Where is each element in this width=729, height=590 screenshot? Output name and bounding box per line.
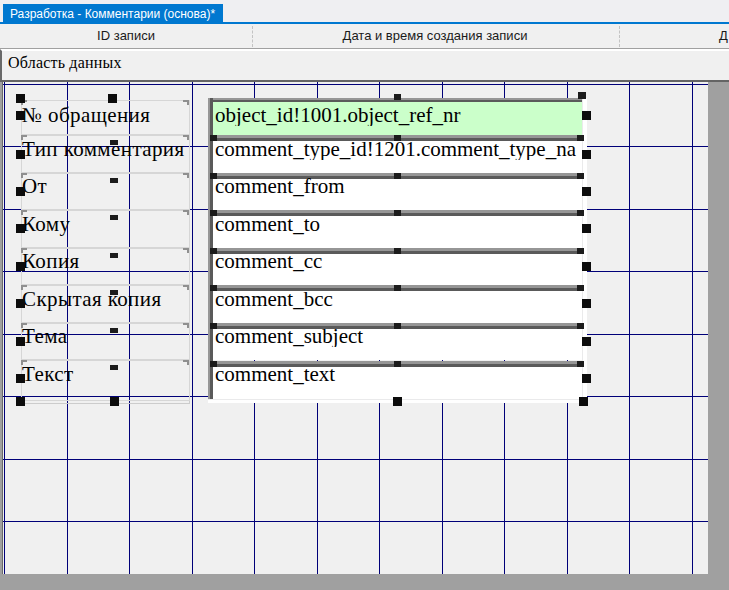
field-tick-mid-3 — [394, 210, 401, 216]
design-canvas[interactable]: № обращения Тип комментария От Кому Копия Скр… — [0, 82, 708, 574]
labels-handle-top-mid[interactable] — [108, 94, 117, 103]
column-header-created-datetime[interactable]: Дата и время создания записи — [335, 28, 535, 44]
label-handle-left-2[interactable] — [16, 187, 25, 196]
label-handle-left-1[interactable] — [16, 150, 25, 159]
field-tick-left-7 — [210, 361, 217, 367]
field-tick-left-6 — [210, 323, 217, 329]
field-tick-top-right-0 — [578, 92, 586, 99]
labels-handle-top-left[interactable] — [16, 94, 25, 103]
fields-handle-bottom-mid[interactable] — [393, 397, 402, 406]
label-tick-mid-5 — [110, 290, 118, 295]
field-handle-right-0[interactable] — [582, 111, 591, 120]
grid-vline-3 — [192, 82, 193, 574]
column-header-clipped[interactable]: Д — [719, 28, 729, 44]
field-label-7: Текст — [22, 364, 74, 385]
field-handle-right-2[interactable] — [582, 187, 591, 196]
label-handle-left-0[interactable] — [16, 111, 25, 120]
canvas-right-margin — [708, 82, 729, 574]
field-value-3: comment_to — [215, 214, 581, 235]
field-label-6: Тема — [22, 326, 67, 347]
label-corner-tr-0 — [183, 100, 189, 105]
field-tick-left-2 — [210, 173, 217, 179]
window-tab-title: Разработка - Комментарии (основа)* — [10, 7, 215, 21]
label-corner-tr-3 — [183, 210, 189, 215]
label-corner-tr-5 — [183, 285, 189, 290]
label-corner-tr-6 — [183, 323, 189, 328]
label-tick-mid-3 — [110, 215, 118, 220]
label-handle-left-6[interactable] — [16, 337, 25, 346]
field-value-5: comment_bcc — [215, 289, 581, 310]
field-tick-right-7 — [577, 361, 584, 367]
bottom-scrollbar-area — [0, 574, 729, 590]
label-handle-left-7[interactable] — [16, 374, 25, 383]
label-tick-mid-2 — [110, 178, 118, 183]
column-header-band: ID записи Дата и время создания записи Д — [0, 24, 729, 48]
column-separator-1 — [252, 26, 253, 47]
field-label-2: От — [22, 176, 47, 197]
field-tick-right-2 — [577, 173, 584, 179]
field-value-6: comment_subject — [215, 326, 581, 347]
field-tick-left-1 — [210, 135, 217, 141]
field-tick-left-5 — [210, 285, 217, 291]
label-corner-tr-4 — [183, 248, 189, 253]
column-separator-2 — [619, 26, 620, 47]
grid-vline-11 — [692, 82, 693, 574]
field-tick-left-3 — [210, 210, 217, 216]
label-tick-mid-7 — [110, 365, 118, 370]
field-label-4: Копия — [22, 251, 80, 272]
grid-hline-6 — [3, 459, 708, 460]
field-tick-mid-2 — [394, 173, 401, 179]
field-tick-left-4 — [210, 248, 217, 254]
field-tick-right-4 — [577, 248, 584, 254]
field-tick-mid-5 — [394, 285, 401, 291]
label-corner-tr-2 — [183, 173, 189, 178]
label-tick-mid-4 — [110, 253, 118, 258]
field-handle-right-1[interactable] — [582, 150, 591, 159]
labels-handle-bottom-left[interactable] — [16, 397, 25, 406]
field-tick-right-6 — [577, 323, 584, 329]
grid-hline-0 — [3, 84, 708, 85]
fields-handle-bottom-right[interactable] — [579, 397, 588, 406]
label-handle-left-4[interactable] — [16, 262, 25, 271]
column-header-record-id[interactable]: ID записи — [46, 28, 206, 44]
grid-hline-7 — [3, 521, 708, 522]
field-label-1: Тип комментария — [22, 139, 185, 160]
field-handle-right-6[interactable] — [582, 337, 591, 346]
field-tick-mid-7 — [394, 361, 401, 367]
window-tab[interactable]: Разработка - Комментарии (основа)* — [3, 4, 223, 24]
canvas-left-border-inner — [2, 82, 3, 574]
data-area-title: Область данных — [8, 55, 122, 71]
field-tick-right-5 — [577, 285, 584, 291]
field-label-5: Скрытая копия — [22, 289, 161, 310]
field-value-2: comment_from — [215, 176, 581, 197]
field-handle-right-5[interactable] — [582, 299, 591, 308]
labels-handle-bottom-mid[interactable] — [110, 397, 119, 406]
label-tick-mid-6 — [110, 328, 118, 333]
label-tick-mid-1 — [110, 140, 118, 145]
field-tick-right-1 — [577, 135, 584, 141]
field-tick-top-mid-0 — [394, 94, 401, 100]
field-value-7: comment_text — [215, 364, 581, 385]
field-handle-right-4[interactable] — [582, 262, 591, 271]
label-corner-tr-7 — [183, 360, 189, 365]
grid-vline-10 — [629, 82, 630, 574]
field-tick-mid-1 — [394, 135, 401, 141]
field-value-4: comment_cc — [215, 251, 581, 272]
field-tick-mid-6 — [394, 323, 401, 329]
field-tick-right-3 — [577, 210, 584, 216]
form-designer-window: Разработка - Комментарии (основа)* ID за… — [0, 0, 729, 590]
field-label-3: Кому — [22, 214, 70, 235]
field-value-1: comment_type_id!1201.comment_type_na — [215, 139, 581, 160]
label-handle-left-3[interactable] — [16, 224, 25, 233]
field-handle-right-3[interactable] — [582, 224, 591, 233]
field-tick-mid-4 — [394, 248, 401, 254]
field-value-0: object_id!1001.object_ref_nr — [215, 105, 581, 126]
label-handle-left-5[interactable] — [16, 299, 25, 308]
grid-vline-0 — [4, 82, 5, 574]
field-label-0: № обращения — [22, 105, 150, 126]
field-handle-right-7[interactable] — [582, 374, 591, 383]
